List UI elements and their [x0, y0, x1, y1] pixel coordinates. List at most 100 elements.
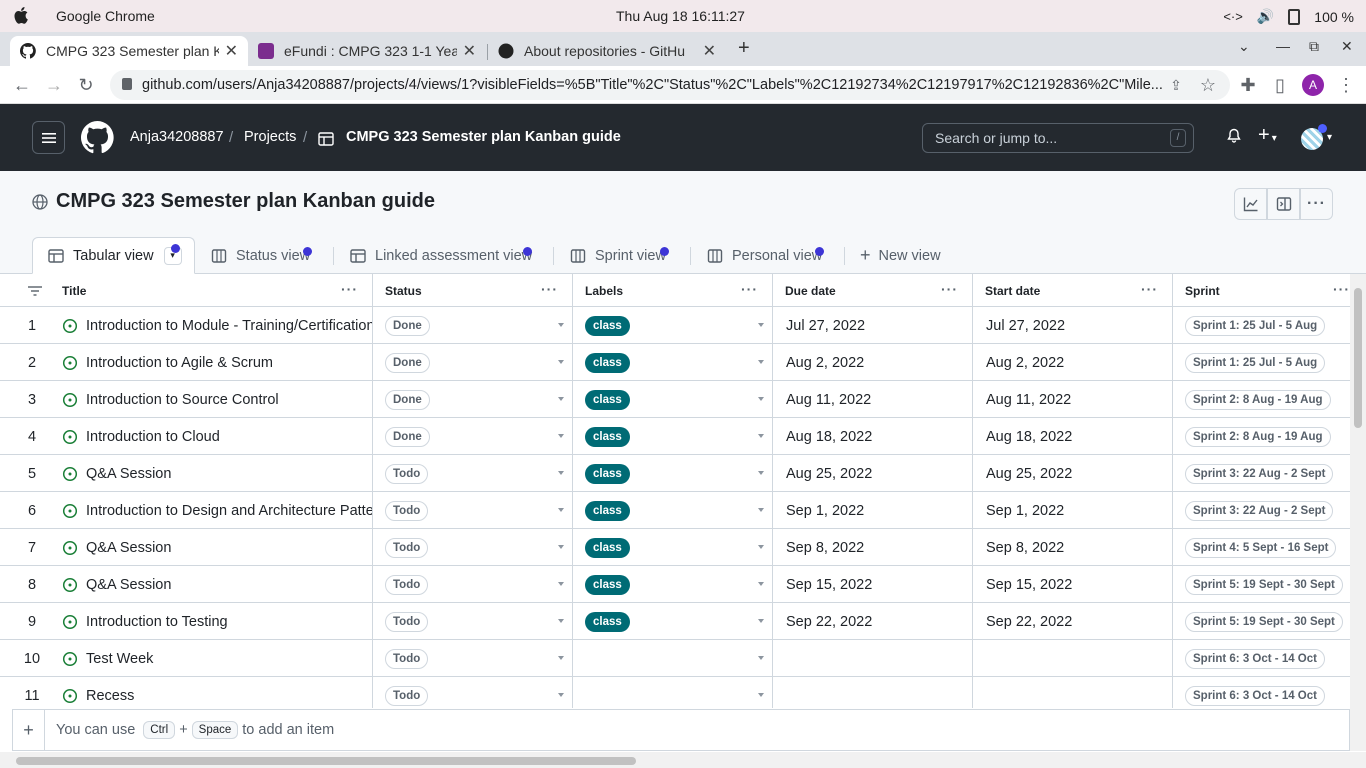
dropdown-caret-icon[interactable]	[758, 582, 764, 586]
table-row[interactable]: 9 Introduction to Testing Todo class Sep 22,…	[0, 603, 1350, 640]
status-cell[interactable]: Todo	[373, 529, 573, 566]
labels-cell[interactable]: class	[573, 381, 773, 418]
network-icon[interactable]: <·>	[1223, 9, 1243, 24]
start-date-cell[interactable]	[973, 640, 1173, 677]
dropdown-caret-icon[interactable]	[558, 397, 564, 401]
tab-sprint-view[interactable]: Sprint view	[570, 237, 666, 274]
bookmark-star-icon[interactable]: ☆	[1198, 75, 1218, 95]
dropdown-caret-icon[interactable]	[558, 323, 564, 327]
column-menu-icon[interactable]: ···	[1141, 281, 1158, 297]
close-tab-icon[interactable]: ✕	[703, 41, 716, 61]
sprint-cell[interactable]: Sprint 4: 5 Sept - 16 Sept	[1173, 529, 1350, 566]
start-date-cell[interactable]: Sep 22, 2022	[973, 603, 1173, 640]
status-cell[interactable]: Done	[373, 344, 573, 381]
side-panel-icon[interactable]: ▯	[1270, 75, 1290, 95]
side-panel-button[interactable]	[1267, 188, 1300, 220]
item-title-link[interactable]: Introduction to Design and Architecture …	[86, 503, 372, 519]
start-date-cell[interactable]: Sep 8, 2022	[973, 529, 1173, 566]
start-date-cell[interactable]: Aug 18, 2022	[973, 418, 1173, 455]
close-window-icon[interactable]: ✕	[1341, 38, 1353, 55]
dropdown-caret-icon[interactable]	[558, 360, 564, 364]
title-cell[interactable]: Introduction to Cloud	[52, 418, 373, 455]
labels-cell[interactable]: class	[573, 307, 773, 344]
sprint-cell[interactable]: Sprint 2: 8 Aug - 19 Aug	[1173, 418, 1350, 455]
filter-column-header[interactable]	[0, 274, 52, 307]
start-date-cell[interactable]: Jul 27, 2022	[973, 307, 1173, 344]
sprint-cell[interactable]: Sprint 5: 19 Sept - 30 Sept	[1173, 566, 1350, 603]
column-header-title[interactable]: Title ···	[52, 274, 373, 307]
tab-tabular-view[interactable]: Tabular view ▾	[32, 237, 195, 274]
title-cell[interactable]: Introduction to Testing	[52, 603, 373, 640]
create-new-icon[interactable]: + ▾	[1258, 124, 1277, 147]
item-title-link[interactable]: Q&A Session	[86, 577, 171, 593]
item-title-link[interactable]: Recess	[86, 688, 134, 704]
sprint-cell[interactable]: Sprint 2: 8 Aug - 19 Aug	[1173, 381, 1350, 418]
status-cell[interactable]: Todo	[373, 455, 573, 492]
sprint-cell[interactable]: Sprint 6: 3 Oct - 14 Oct	[1173, 640, 1350, 677]
tab-personal-view[interactable]: Personal view	[707, 237, 822, 274]
dropdown-caret-icon[interactable]	[758, 397, 764, 401]
table-row[interactable]: 5 Q&A Session Todo class Aug 25, 2022 Aug 25,…	[0, 455, 1350, 492]
table-row[interactable]: 3 Introduction to Source Control Done class…	[0, 381, 1350, 418]
table-row[interactable]: 10 Test Week Todo Sprint 6: 3 Oct - 14 Oct	[0, 640, 1350, 677]
battery-icon[interactable]	[1288, 8, 1301, 25]
table-row[interactable]: 11 Recess Todo Sprint 6: 3 Oct - 14 Oct	[0, 677, 1350, 708]
due-date-cell[interactable]	[773, 640, 973, 677]
labels-cell[interactable]: class	[573, 566, 773, 603]
column-menu-icon[interactable]: ···	[741, 281, 758, 297]
breadcrumb-project-title[interactable]: CMPG 323 Semester plan Kanban guide	[346, 129, 621, 145]
title-cell[interactable]: Q&A Session	[52, 566, 373, 603]
item-title-link[interactable]: Introduction to Cloud	[86, 429, 220, 445]
add-item-plus-icon[interactable]: +	[13, 710, 45, 750]
title-cell[interactable]: Test Week	[52, 640, 373, 677]
dropdown-caret-icon[interactable]	[758, 323, 764, 327]
dropdown-caret-icon[interactable]	[558, 471, 564, 475]
table-row[interactable]: 6 Introduction to Design and Architecture…	[0, 492, 1350, 529]
column-menu-icon[interactable]: ···	[941, 281, 958, 297]
column-header-due-date[interactable]: Due date ···	[773, 274, 973, 307]
table-row[interactable]: 1 Introduction to Module - Training/Certi…	[0, 307, 1350, 344]
sprint-cell[interactable]: Sprint 3: 22 Aug - 2 Sept	[1173, 492, 1350, 529]
labels-cell[interactable]	[573, 677, 773, 708]
volume-icon[interactable]: 🔊	[1257, 8, 1274, 25]
title-cell[interactable]: Q&A Session	[52, 455, 373, 492]
due-date-cell[interactable]: Sep 22, 2022	[773, 603, 973, 640]
share-icon[interactable]: ⇪	[1166, 75, 1186, 95]
status-cell[interactable]: Todo	[373, 566, 573, 603]
address-bar[interactable]: github.com/users/Anja34208887/projects/4…	[110, 70, 1230, 100]
dropdown-caret-icon[interactable]	[558, 434, 564, 438]
avatar-caret-icon[interactable]: ▾	[1327, 132, 1332, 143]
scrollbar-thumb[interactable]	[1354, 288, 1362, 428]
scrollbar-thumb[interactable]	[16, 757, 636, 765]
title-cell[interactable]: Introduction to Design and Architecture …	[52, 492, 373, 529]
labels-cell[interactable]: class	[573, 603, 773, 640]
browser-tab-project[interactable]: CMPG 323 Semester plan K ✕	[10, 36, 248, 66]
github-logo-icon[interactable]	[81, 121, 114, 154]
reload-icon[interactable]: ↻	[76, 75, 96, 95]
labels-cell[interactable]: class	[573, 344, 773, 381]
status-cell[interactable]: Done	[373, 418, 573, 455]
status-cell[interactable]: Todo	[373, 492, 573, 529]
labels-cell[interactable]: class	[573, 492, 773, 529]
tab-linked-assessment-view[interactable]: Linked assessment view	[350, 237, 532, 274]
dropdown-caret-icon[interactable]	[758, 360, 764, 364]
item-title-link[interactable]: Introduction to Agile & Scrum	[86, 355, 273, 371]
project-menu-button[interactable]: ···	[1300, 188, 1333, 220]
browser-tab-efundi[interactable]: eFundi : CMPG 323 1-1 Yea ✕	[248, 36, 486, 66]
dropdown-caret-icon[interactable]	[558, 545, 564, 549]
column-header-status[interactable]: Status ···	[373, 274, 573, 307]
title-cell[interactable]: Recess	[52, 677, 373, 708]
dropdown-caret-icon[interactable]	[758, 545, 764, 549]
dropdown-caret-icon[interactable]	[558, 582, 564, 586]
hamburger-menu-button[interactable]	[32, 121, 65, 154]
labels-cell[interactable]	[573, 640, 773, 677]
title-cell[interactable]: Q&A Session	[52, 529, 373, 566]
tab-status-view[interactable]: Status view	[211, 237, 310, 274]
start-date-cell[interactable]: Aug 25, 2022	[973, 455, 1173, 492]
column-menu-icon[interactable]: ···	[341, 281, 358, 297]
insights-button[interactable]	[1234, 188, 1267, 220]
table-row[interactable]: 7 Q&A Session Todo class Sep 8, 2022 Sep 8, 2…	[0, 529, 1350, 566]
due-date-cell[interactable]: Jul 27, 2022	[773, 307, 973, 344]
due-date-cell[interactable]: Sep 1, 2022	[773, 492, 973, 529]
dropdown-caret-icon[interactable]	[758, 434, 764, 438]
